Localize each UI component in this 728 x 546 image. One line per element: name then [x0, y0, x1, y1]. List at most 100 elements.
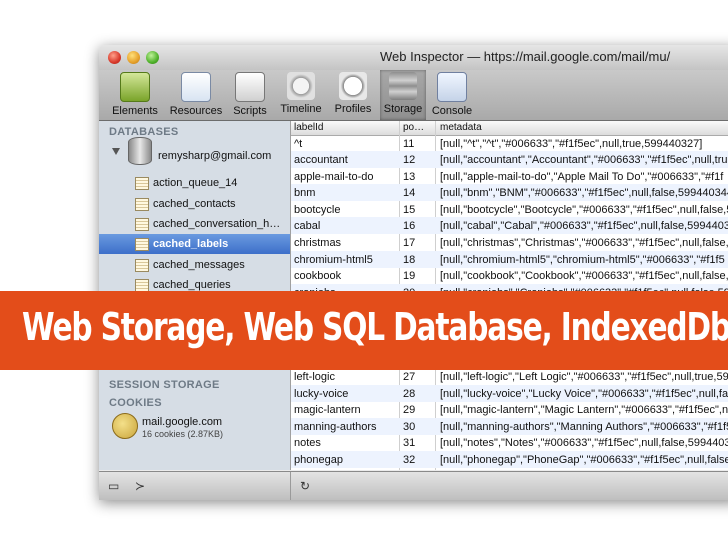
sidebar-item-cached-labels[interactable]: cached_labels [153, 238, 228, 250]
position-cell: 14 [403, 187, 416, 199]
position-cell: 30 [403, 421, 416, 433]
table-row[interactable]: bnm 14 [null,"bnm","BNM","#006633","#f1f5e… [291, 184, 728, 201]
label-id-cell: bnm [294, 187, 316, 199]
metadata-cell: [null,"accountant","Accountant","#006633… [440, 154, 728, 166]
refresh-icon[interactable]: ↻ [300, 479, 310, 493]
label-id-cell: accountant [294, 154, 348, 166]
position-cell: 29 [403, 404, 416, 416]
position-cell: 28 [403, 388, 416, 400]
disclosure-triangle-icon[interactable] [112, 148, 120, 155]
position-cell: 18 [403, 254, 416, 266]
table-row[interactable]: notes 31 [null,"notes","Notes","#006633","… [291, 434, 728, 451]
table-row[interactable]: phonegap 32 [null,"phonegap","PhoneGap","#… [291, 451, 728, 468]
dock-icon[interactable]: ▭ [108, 479, 119, 493]
metadata-cell: [null,"left-logic","Left Logic","#006633… [440, 371, 728, 383]
position-cell: 17 [403, 237, 416, 249]
label-id-cell: manning-authors [294, 421, 377, 433]
console-prompt-icon[interactable]: ≻ [135, 479, 145, 493]
position-cell: 13 [403, 171, 416, 183]
status-divider [290, 472, 291, 500]
table-icon [135, 177, 149, 190]
metadata-cell: [null,"manning-authors","Manning Authors… [440, 421, 728, 433]
metadata-cell: [null,"phonegap","PhoneGap","#006633","#… [440, 454, 728, 466]
session-storage-section-header[interactable]: SESSION STORAGE [109, 379, 220, 391]
tab-timeline[interactable]: Timeline [275, 70, 327, 120]
metadata-cell: [null,"cabal","Cabal","#006633","#f1f5ec… [440, 220, 728, 232]
tab-console[interactable]: Console [428, 70, 476, 120]
database-name[interactable]: remysharp@gmail.com [158, 150, 271, 162]
toolbar: Elements Resources Scripts Timeline Prof… [99, 70, 728, 121]
cookies-section-header: COOKIES [109, 397, 162, 409]
web-inspector-window: Web Inspector — https://mail.google.com/… [99, 45, 728, 500]
status-bar: ▭ ≻ ↻ [99, 471, 728, 500]
table-row[interactable]: cabal 16 [null,"cabal","Cabal","#006633","… [291, 217, 728, 234]
label-id-cell: lucky-voice [294, 388, 349, 400]
table-row[interactable]: bootcycle 15 [null,"bootcycle","Bootcycle"… [291, 201, 728, 218]
tab-scripts[interactable]: Scripts [227, 70, 273, 120]
column-header-labelid[interactable]: labelId [294, 122, 323, 133]
table-row[interactable]: cookbook 19 [null,"cookbook","Cookbook","#… [291, 267, 728, 284]
sidebar-item-cached-contacts[interactable]: cached_contacts [153, 198, 236, 210]
table-icon [135, 238, 149, 251]
metadata-cell: [null,"cookbook","Cookbook","#006633","#… [440, 270, 728, 282]
column-header-metadata[interactable]: metadata [440, 122, 482, 133]
table-row[interactable]: lucky-voice 28 [null,"lucky-voice","Lucky … [291, 385, 728, 402]
position-cell: 19 [403, 270, 416, 282]
metadata-cell: [null,"^t","^t","#006633","#f1f5ec",null… [440, 138, 703, 150]
cookie-info: 16 cookies (2.87KB) [142, 429, 224, 439]
table-row[interactable]: chromium-html5 18 [null,"chromium-html5","… [291, 251, 728, 268]
sidebar-item-cached-conversation[interactable]: cached_conversation_h… [153, 218, 280, 230]
position-cell: 15 [403, 204, 416, 216]
label-id-cell: cookbook [294, 270, 342, 282]
tab-storage[interactable]: Storage [380, 70, 426, 120]
table-icon [135, 259, 149, 272]
metadata-cell: [null,"christmas","Christmas","#006633",… [440, 237, 728, 249]
table-row[interactable]: magic-lantern 29 [null,"magic-lantern","Ma… [291, 401, 728, 418]
cookie-domain[interactable]: mail.google.com [142, 416, 222, 428]
sidebar-item-cached-queries[interactable]: cached_queries [153, 279, 231, 291]
tab-profiles[interactable]: Profiles [329, 70, 377, 120]
label-id-cell: cabal [294, 220, 321, 232]
position-cell: 32 [403, 454, 416, 466]
elements-icon [120, 72, 150, 102]
banner-title: Web Storage, Web SQL Database, IndexedDb [22, 305, 728, 349]
metadata-cell: [null,"lucky-voice","Lucky Voice","#0066… [440, 388, 728, 400]
resources-icon [181, 72, 211, 102]
table-row[interactable]: accountant 12 [null,"accountant","Accounta… [291, 151, 728, 168]
position-cell: 16 [403, 220, 416, 232]
storage-icon [389, 72, 417, 100]
cookie-icon [112, 413, 138, 439]
label-id-cell: notes [294, 437, 321, 449]
tab-resources[interactable]: Resources [165, 70, 227, 120]
timeline-icon [287, 72, 315, 100]
metadata-cell: [null,"notes","Notes","#006633","#f1f5ec… [440, 437, 728, 449]
table-row[interactable]: manning-authors 30 [null,"manning-authors"… [291, 418, 728, 435]
label-id-cell: christmas [294, 237, 342, 249]
tab-storage-label: Storage [383, 103, 423, 115]
table-row[interactable]: ^t 11 [null,"^t","^t","#006633","#f1f5ec",… [291, 135, 728, 152]
tab-scripts-label: Scripts [233, 105, 267, 117]
scripts-icon [235, 72, 265, 102]
position-cell: 11 [403, 138, 415, 150]
label-id-cell: ^t [294, 138, 303, 150]
metadata-cell: [null,"bootcycle","Bootcycle","#006633",… [440, 204, 728, 216]
sidebar-item-cached-messages[interactable]: cached_messages [153, 259, 245, 271]
window-title: Web Inspector — https://mail.google.com/… [380, 49, 671, 64]
tab-resources-label: Resources [169, 105, 223, 117]
table-row[interactable]: left-logic 27 [null,"left-logic","Left Log… [291, 368, 728, 385]
column-header-position[interactable]: po… [403, 122, 424, 133]
tab-profiles-label: Profiles [334, 103, 372, 115]
console-icon [437, 72, 467, 102]
table-row[interactable]: christmas 17 [null,"christmas","Christmas"… [291, 234, 728, 251]
table-row[interactable]: apple-mail-to-do 13 [null,"apple-mail-to-d… [291, 168, 728, 185]
metadata-cell: [null,"chromium-html5","chromium-html5",… [440, 254, 725, 266]
label-id-cell: apple-mail-to-do [294, 171, 374, 183]
position-cell: 27 [403, 371, 416, 383]
label-id-cell: magic-lantern [294, 404, 361, 416]
tab-elements[interactable]: Elements [105, 70, 165, 120]
sidebar-item-action-queue-14[interactable]: action_queue_14 [153, 177, 237, 189]
tab-console-label: Console [431, 105, 473, 117]
database-icon [128, 137, 152, 165]
tab-timeline-label: Timeline [280, 103, 322, 115]
table-icon [135, 198, 149, 211]
